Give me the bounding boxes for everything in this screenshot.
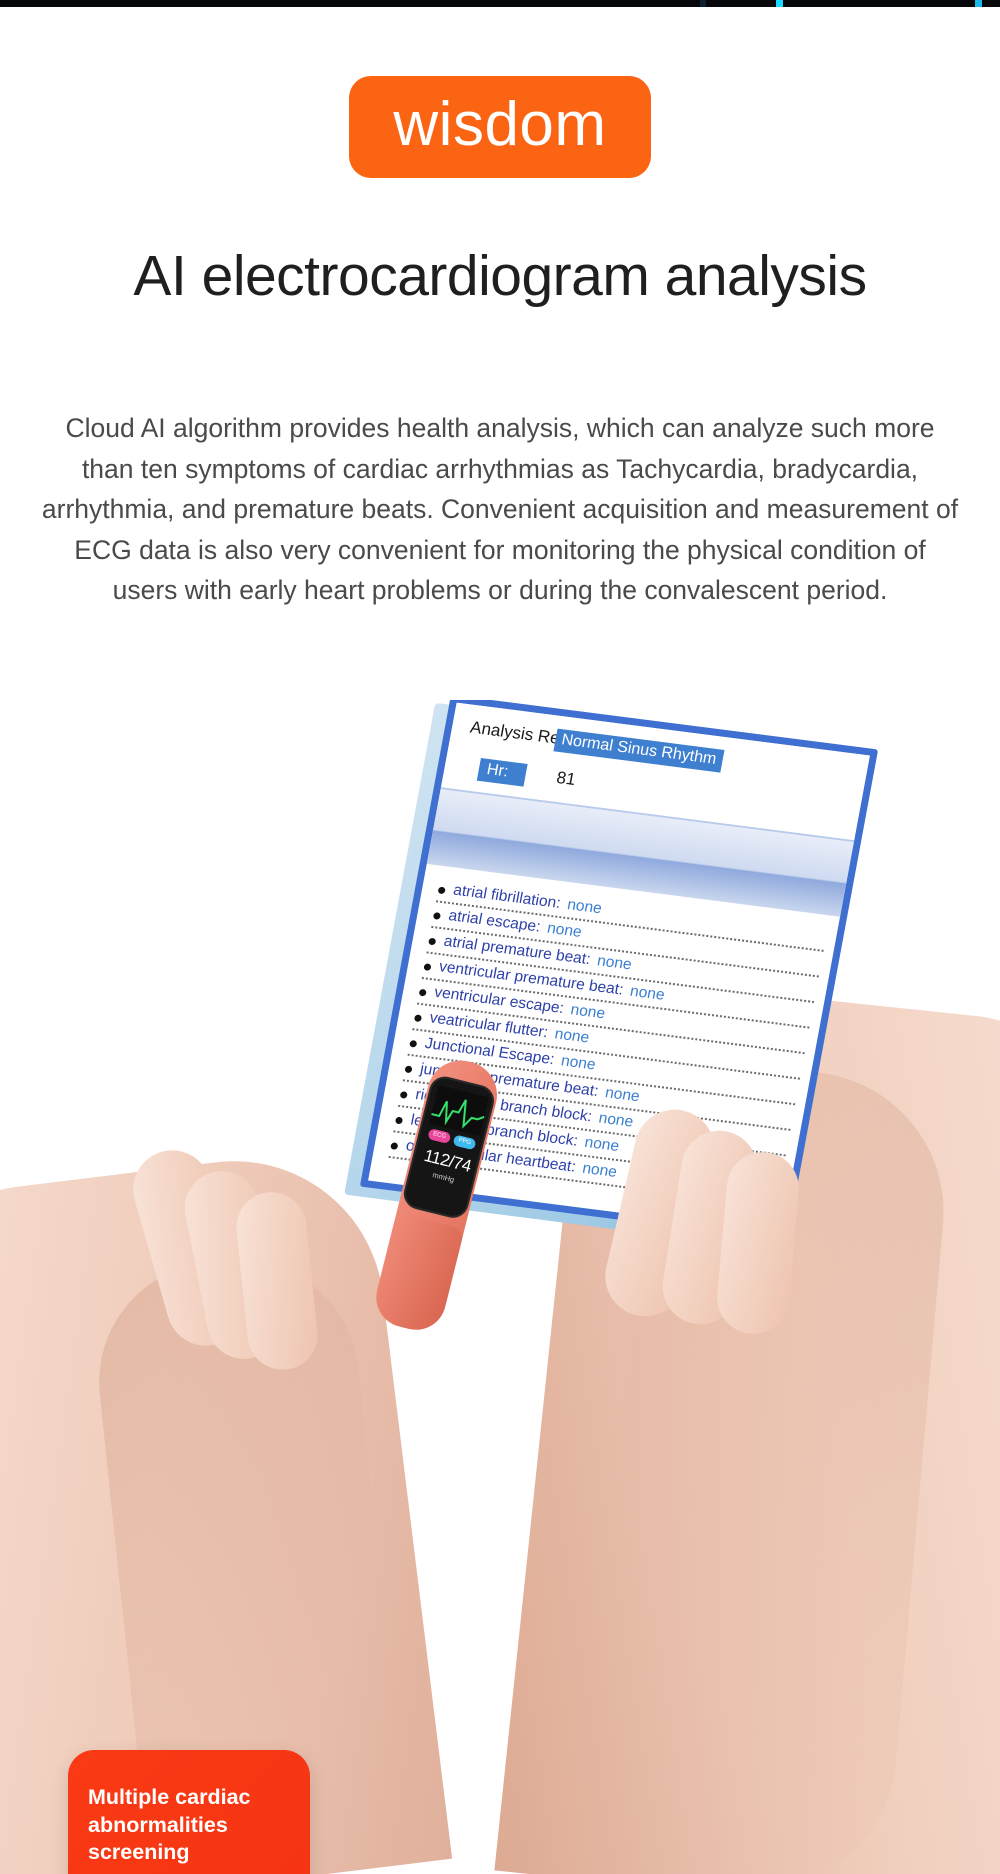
finding-result: none: [628, 982, 667, 1004]
ecg-chip-badge: ECG: [427, 1128, 452, 1145]
hero-description: Cloud AI algorithm provides health analy…: [41, 413, 959, 606]
bullet-icon: [423, 963, 432, 972]
feature-card-title: Multiple cardiac abnormalities screening: [88, 1785, 251, 1865]
bullet-icon: [409, 1039, 418, 1048]
brand-logo-container: wisdom: [0, 76, 1000, 178]
top-strip-mark-2: [776, 0, 783, 7]
ecg-waveform-icon: [429, 1084, 490, 1137]
finding-result: none: [580, 1159, 619, 1181]
analysis-result-value: Normal Sinus Rhythm: [553, 728, 725, 773]
page-title: AI electrocardiogram analysis: [133, 244, 867, 308]
finding-result: none: [569, 1001, 607, 1023]
ecg-waveform-svg: [431, 1099, 485, 1129]
finding-result: none: [583, 1133, 621, 1156]
finding-result: none: [553, 1025, 591, 1047]
brand-logo: wisdom: [349, 76, 651, 178]
bullet-icon: [418, 988, 427, 997]
finding-result: none: [545, 919, 584, 941]
bullet-icon: [390, 1142, 399, 1150]
top-strip-mark-1: [700, 0, 706, 7]
bullet-icon: [413, 1014, 423, 1023]
heart-rate-label: Hr:: [476, 758, 528, 787]
top-strip-mark-3: [975, 0, 982, 7]
finding-result: none: [565, 896, 604, 918]
finding-result: none: [597, 1109, 635, 1131]
finding-result: none: [595, 952, 634, 974]
bullet-icon: [404, 1065, 413, 1074]
finding-result: none: [603, 1084, 642, 1106]
page-root: wisdom AI electrocardiogram analysis Clo…: [0, 0, 1000, 1874]
feature-card: Multiple cardiac abnormalities screening…: [68, 1750, 310, 1874]
bullet-icon: [432, 912, 442, 920]
bullet-icon: [437, 886, 446, 895]
top-edge-strip: [0, 0, 1000, 7]
finding-result: none: [559, 1052, 598, 1074]
product-photo-stage: Analysis Result: Normal Sinus Rhythm Hr:…: [0, 700, 1000, 1874]
bullet-icon: [399, 1091, 408, 1099]
bullet-icon: [428, 937, 437, 946]
heart-rate-value: 81: [554, 767, 578, 790]
finding-name: atrial fibrillation:: [451, 881, 562, 912]
band-strap-lower: [369, 1212, 465, 1337]
ppg-chip-badge: PPG: [452, 1134, 477, 1151]
bullet-icon: [394, 1116, 404, 1125]
